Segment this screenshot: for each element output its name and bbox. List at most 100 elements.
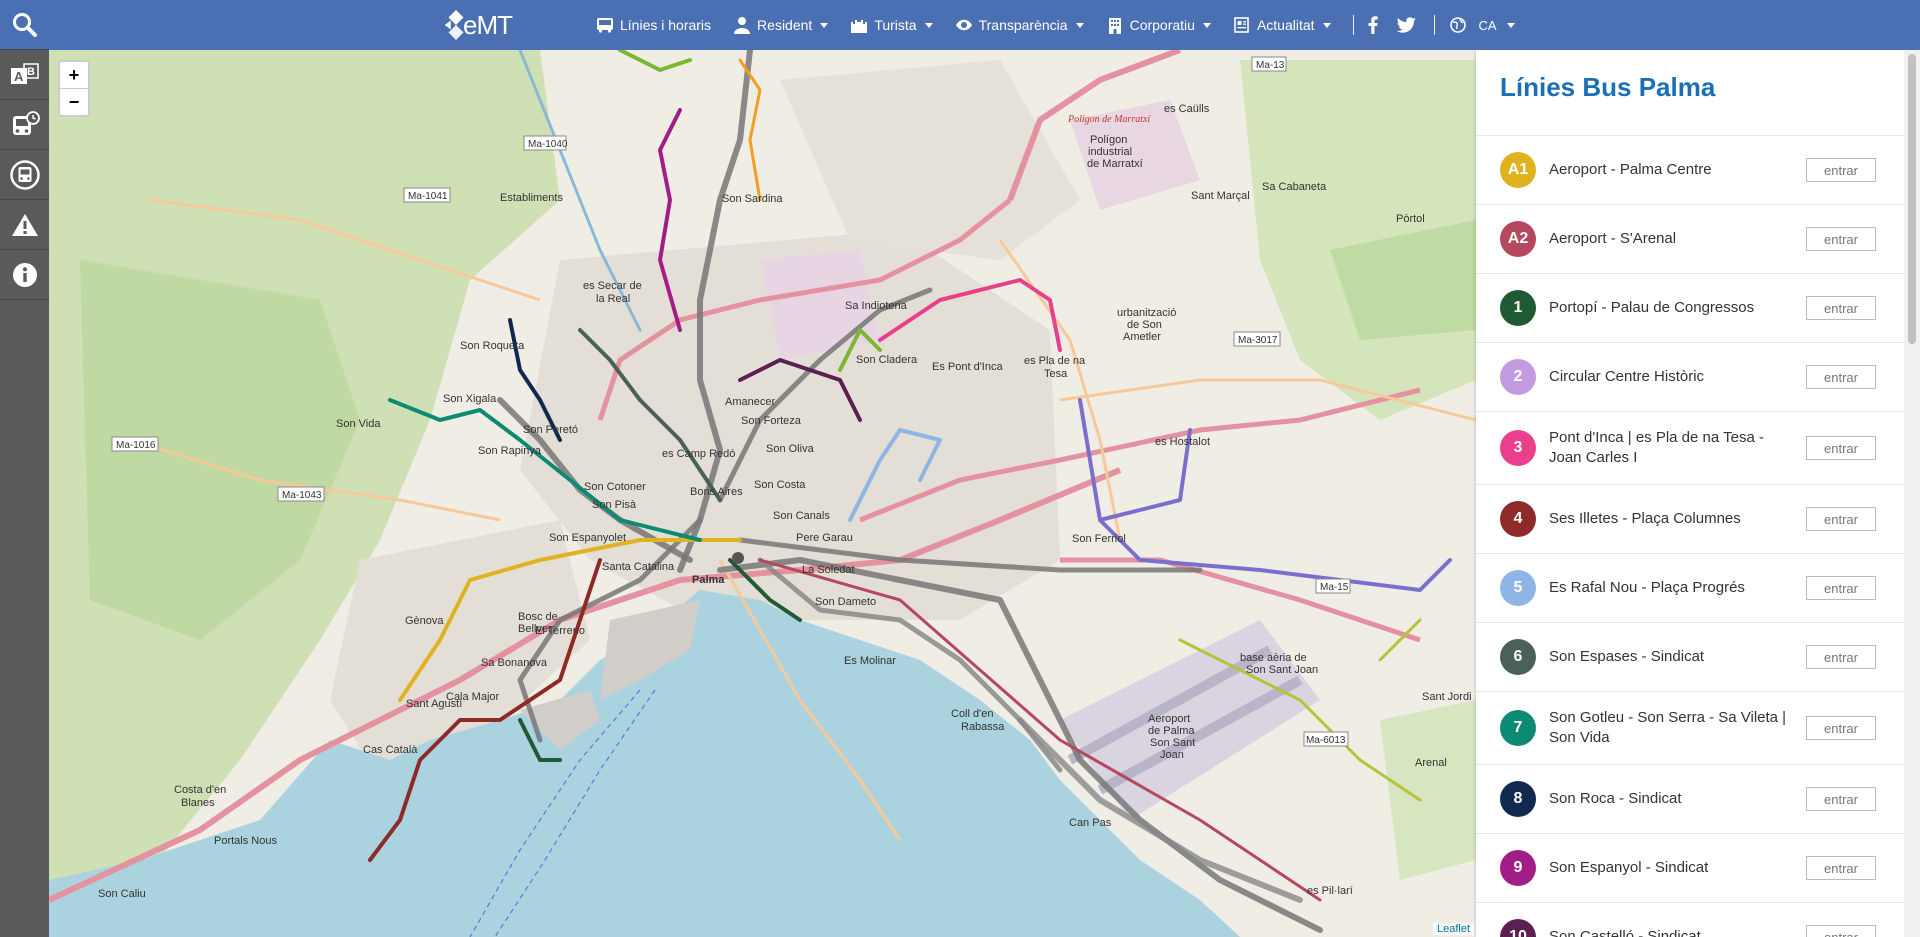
- enter-line-button[interactable]: entrar: [1806, 787, 1876, 811]
- line-name: Circular Centre Històric: [1549, 368, 1705, 385]
- bus-schedule-tool[interactable]: [0, 100, 49, 150]
- language-code: CA: [1478, 17, 1497, 33]
- svg-text:Son Cotoner: Son Cotoner: [584, 481, 646, 493]
- enter-line-button[interactable]: entrar: [1806, 856, 1876, 880]
- svg-text:urbanització: urbanització: [1117, 307, 1176, 319]
- nav-label: Turista: [874, 17, 917, 33]
- enter-line-button[interactable]: entrar: [1806, 296, 1876, 320]
- svg-text:de Marratxí: de Marratxí: [1087, 158, 1143, 170]
- line-row[interactable]: 9 Son Espanyol - Sindicat entrar: [1476, 833, 1904, 902]
- svg-text:Gènova: Gènova: [405, 615, 444, 627]
- nav-label: Corporatiu: [1129, 17, 1195, 33]
- chevron-down-icon: [820, 22, 829, 28]
- nav-divider: [1352, 15, 1354, 35]
- svg-text:Santa Catalina: Santa Catalina: [602, 561, 675, 573]
- line-badge: 2: [1500, 359, 1536, 395]
- zoom-in-button[interactable]: +: [60, 62, 88, 88]
- svg-text:Sa Bonanova: Sa Bonanova: [481, 657, 548, 669]
- search-tool[interactable]: [0, 0, 49, 50]
- nav-label: Línies i horaris: [620, 17, 712, 33]
- line-badge: 9: [1500, 850, 1536, 886]
- line-row[interactable]: 7 Son Gotleu - Son Serra - Sa Vileta | S…: [1476, 691, 1904, 764]
- svg-text:Sant Agustí: Sant Agustí: [406, 698, 462, 710]
- nav-lines-schedules[interactable]: Línies i horaris: [596, 16, 711, 34]
- chevron-down-icon: [1075, 22, 1084, 28]
- svg-text:Ma-1043: Ma-1043: [282, 490, 322, 501]
- svg-text:Tesa: Tesa: [1044, 368, 1068, 380]
- line-name: Son Espanyol - Sindicat: [1549, 859, 1709, 876]
- svg-text:Son Roqueta: Son Roqueta: [460, 340, 525, 352]
- panel-scrollbar-thumb[interactable]: [1908, 54, 1916, 344]
- enter-line-button[interactable]: entrar: [1806, 507, 1876, 531]
- nav-label: Actualitat: [1256, 17, 1315, 33]
- enter-line-button[interactable]: entrar: [1806, 227, 1876, 251]
- svg-text:Arenal: Arenal: [1415, 757, 1447, 769]
- info-tool[interactable]: [0, 250, 49, 300]
- svg-text:Sant Marçal: Sant Marçal: [1191, 190, 1250, 202]
- enter-line-button[interactable]: entrar: [1806, 925, 1876, 937]
- nav-resident[interactable]: Resident: [733, 16, 829, 34]
- lines-panel: Línies Bus Palma A1 Aeroport - Palma Cen…: [1476, 50, 1920, 937]
- bus-clock-icon: [12, 110, 40, 135]
- svg-text:es Camp Redó: es Camp Redó: [662, 448, 735, 460]
- line-row[interactable]: 4 Ses Illetes - Plaça Columnes entrar: [1476, 484, 1904, 553]
- svg-text:B: B: [27, 66, 35, 78]
- facebook-link[interactable]: [1368, 16, 1378, 34]
- line-row[interactable]: A1 Aeroport - Palma Centre entrar: [1476, 135, 1904, 204]
- line-badge: 3: [1500, 430, 1536, 466]
- line-name: Portopí - Palau de Congressos: [1549, 299, 1755, 316]
- enter-line-button[interactable]: entrar: [1806, 576, 1876, 600]
- line-row[interactable]: 8 Son Roca - Sindicat entrar: [1476, 764, 1904, 833]
- svg-text:Ma-6013: Ma-6013: [1306, 735, 1346, 746]
- map-canvas[interactable]: Ma-1040 Ma-1041 Ma-1016 Ma-1043 Ma-13 Ma…: [49, 50, 1476, 937]
- zoom-out-button[interactable]: −: [60, 88, 88, 115]
- svg-text:Pòrtol: Pòrtol: [1396, 213, 1425, 225]
- svg-text:Son Forteza: Son Forteza: [741, 415, 802, 427]
- enter-line-button[interactable]: entrar: [1806, 716, 1876, 740]
- line-row[interactable]: 3 Pont d'Inca | es Pla de na Tesa - Joan…: [1476, 411, 1904, 484]
- chevron-down-icon: [1506, 22, 1515, 28]
- bus-lines-tool[interactable]: [0, 150, 49, 200]
- chevron-down-icon: [1202, 22, 1211, 28]
- line-badge: 1: [1500, 290, 1536, 326]
- nav-divider: [1433, 15, 1435, 35]
- line-row[interactable]: A2 Aeroport - S'Arenal entrar: [1476, 204, 1904, 273]
- svg-text:Sa Indioteria: Sa Indioteria: [845, 300, 908, 312]
- line-name: Aeroport - S'Arenal: [1549, 230, 1677, 247]
- svg-text:Bellver: Bellver: [518, 623, 552, 635]
- newspaper-icon: [1233, 16, 1251, 34]
- line-row[interactable]: 10 Son Castelló - Sindicat entrar: [1476, 902, 1904, 937]
- line-name: Son Espases - Sindicat: [1549, 648, 1705, 665]
- svg-text:Sant Jordi: Sant Jordi: [1422, 691, 1472, 703]
- nav-transparency[interactable]: Transparència: [955, 16, 1084, 34]
- line-name: Son Roca - Sindicat: [1549, 790, 1682, 807]
- twitter-link[interactable]: [1396, 17, 1416, 33]
- svg-text:es Hostalot: es Hostalot: [1155, 436, 1210, 448]
- nav-corporate[interactable]: Corporatiu: [1106, 16, 1211, 34]
- enter-line-button[interactable]: entrar: [1806, 365, 1876, 389]
- emt-logo[interactable]: eMT: [441, 4, 513, 46]
- nav-tourist[interactable]: Turista: [850, 16, 933, 34]
- line-row[interactable]: 5 Es Rafal Nou - Plaça Progrés entrar: [1476, 553, 1904, 622]
- svg-text:Establiments: Establiments: [500, 192, 563, 204]
- svg-text:Son Vida: Son Vida: [336, 418, 381, 430]
- svg-text:Son Sant: Son Sant: [1150, 737, 1195, 749]
- line-row[interactable]: 1 Portopí - Palau de Congressos entrar: [1476, 273, 1904, 342]
- bus-network-map[interactable]: Ma-1040 Ma-1041 Ma-1016 Ma-1043 Ma-13 Ma…: [49, 50, 1476, 937]
- svg-text:Son Espanyolet: Son Espanyolet: [549, 532, 626, 544]
- line-row[interactable]: 2 Circular Centre Històric entrar: [1476, 342, 1904, 411]
- map-attribution[interactable]: Leaflet: [1432, 923, 1474, 935]
- bus-icon: [9, 159, 40, 190]
- translate-tool[interactable]: AB: [0, 50, 49, 100]
- enter-line-button[interactable]: entrar: [1806, 645, 1876, 669]
- svg-text:es Caülls: es Caülls: [1164, 103, 1210, 115]
- alerts-tool[interactable]: [0, 200, 49, 250]
- nav-news[interactable]: Actualitat: [1233, 16, 1331, 34]
- line-row[interactable]: 6 Son Espases - Sindicat entrar: [1476, 622, 1904, 691]
- svg-text:Amanecer: Amanecer: [725, 396, 775, 408]
- enter-line-button[interactable]: entrar: [1806, 158, 1876, 182]
- top-navigation-bar: eMT Línies i horaris Resident Turista Tr…: [0, 0, 1920, 50]
- language-selector[interactable]: CA: [1449, 16, 1515, 34]
- svg-text:Costa d'en: Costa d'en: [174, 784, 226, 796]
- enter-line-button[interactable]: entrar: [1806, 436, 1876, 460]
